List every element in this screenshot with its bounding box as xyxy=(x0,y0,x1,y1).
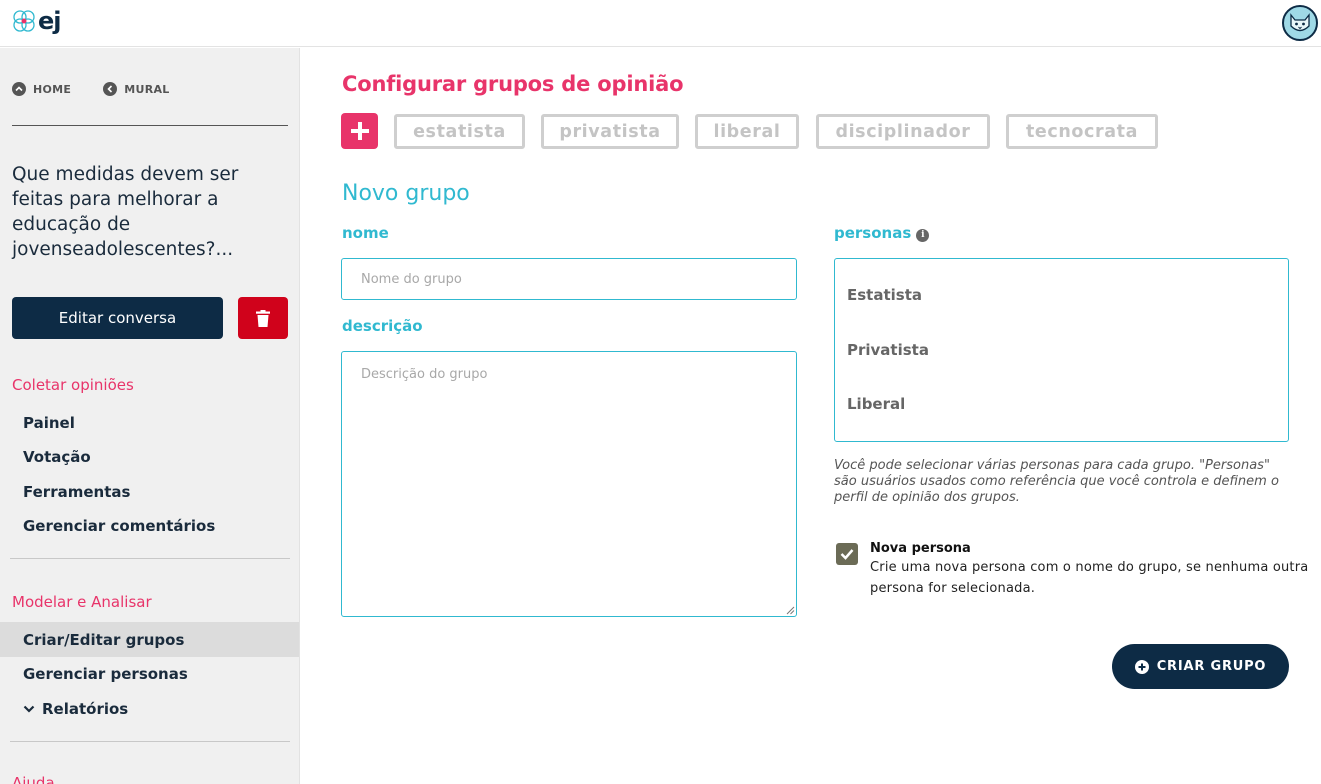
description-label: descrição xyxy=(342,317,423,335)
group-tag-privatista[interactable]: privatista xyxy=(541,114,679,149)
user-avatar[interactable] xyxy=(1282,5,1318,41)
trash-icon xyxy=(256,309,270,327)
chevron-up-icon xyxy=(12,82,26,96)
mural-link[interactable]: MURAL xyxy=(103,82,169,96)
group-tag-disciplinador[interactable]: disciplinador xyxy=(816,114,990,149)
sidebar-item-gerenciar-personas[interactable]: Gerenciar personas xyxy=(23,665,188,683)
create-group-button[interactable]: CRIAR GRUPO xyxy=(1112,644,1289,689)
personas-label: personas i xyxy=(834,224,930,242)
personas-help-text: Você pode selecionar várias personas par… xyxy=(834,458,1279,505)
group-tag-estatista[interactable]: estatista xyxy=(394,114,525,149)
personas-label-text: personas xyxy=(834,224,912,242)
create-group-label: CRIAR GRUPO xyxy=(1156,659,1267,674)
section-model-title: Modelar e Analisar xyxy=(12,593,152,611)
flower-logo-icon xyxy=(13,10,35,32)
sidebar-item-painel[interactable]: Painel xyxy=(23,414,75,432)
sidebar-item-ferramentas[interactable]: Ferramentas xyxy=(23,483,130,501)
divider xyxy=(12,125,288,126)
group-tag-tecnocrata[interactable]: tecnocrata xyxy=(1006,114,1158,149)
divider xyxy=(10,741,290,742)
group-description-textarea[interactable]: Descrição do grupo xyxy=(341,351,797,617)
persona-option-estatista[interactable]: Estatista xyxy=(847,286,922,304)
chevron-left-icon xyxy=(103,82,118,96)
group-tag-liberal[interactable]: liberal xyxy=(695,114,799,149)
description-placeholder: Descrição do grupo xyxy=(361,367,488,382)
group-name-input[interactable]: Nome do grupo xyxy=(341,258,797,300)
ej-logo[interactable]: ej xyxy=(11,7,61,35)
sidebar: HOME MURAL Que medidas devem ser feitas … xyxy=(0,48,300,784)
plus-icon xyxy=(350,122,369,140)
mural-label: MURAL xyxy=(124,82,170,96)
resize-handle-icon[interactable] xyxy=(786,606,795,615)
sidebar-nav: HOME MURAL xyxy=(12,82,202,96)
new-persona-title: Nova persona xyxy=(870,541,971,556)
edit-conversation-button[interactable]: Editar conversa xyxy=(12,297,223,339)
sidebar-item-gerenciar-comentarios[interactable]: Gerenciar comentários xyxy=(23,517,215,535)
home-link[interactable]: HOME xyxy=(12,82,71,96)
conversation-question: Que medidas devem ser feitas para melhor… xyxy=(12,164,239,260)
sidebar-item-criar-editar-grupos[interactable]: Criar/Editar grupos xyxy=(23,631,184,649)
name-label: nome xyxy=(342,224,389,242)
section-help-title: Ajuda xyxy=(12,774,55,784)
divider xyxy=(10,558,290,559)
section-collect-title: Coletar opiniões xyxy=(12,376,134,394)
sidebar-item-label: Relatórios xyxy=(42,700,129,718)
form-subtitle: Novo grupo xyxy=(342,181,470,206)
personas-multiselect[interactable]: Estatista Privatista Liberal xyxy=(834,258,1289,442)
add-group-button[interactable] xyxy=(341,113,378,149)
persona-option-privatista[interactable]: Privatista xyxy=(847,341,929,359)
page-title: Configurar grupos de opinião xyxy=(342,72,684,96)
plus-circle-icon xyxy=(1134,659,1149,674)
home-label: HOME xyxy=(33,82,72,96)
persona-option-liberal[interactable]: Liberal xyxy=(847,395,905,413)
sidebar-item-relatorios[interactable]: Relatórios xyxy=(23,700,128,718)
new-persona-description: Crie uma nova persona com o nome do grup… xyxy=(870,560,1309,596)
chevron-down-icon xyxy=(23,705,35,713)
checkmark-icon xyxy=(840,549,854,560)
top-bar: ej xyxy=(0,0,1321,47)
logo-text: ej xyxy=(38,7,61,35)
sidebar-item-votacao[interactable]: Votação xyxy=(23,448,91,466)
cat-avatar-icon xyxy=(1290,13,1310,32)
new-persona-checkbox[interactable] xyxy=(836,543,858,565)
delete-conversation-button[interactable] xyxy=(238,297,288,339)
info-icon[interactable]: i xyxy=(916,228,930,242)
